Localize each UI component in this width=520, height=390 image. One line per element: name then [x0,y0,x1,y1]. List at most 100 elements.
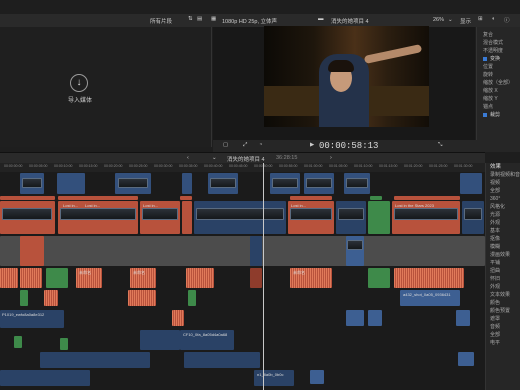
timecode-display[interactable]: 00:00:58:13 [319,141,378,151]
zoom-dropdown[interactable]: 26% [433,17,444,23]
audio-clip[interactable] [14,336,22,348]
inspector-item[interactable]: 变换 [477,55,520,63]
transform-tool-icon[interactable]: ⤢ [243,142,247,149]
effects-category[interactable]: 颜色 [486,299,520,307]
forward-arrow-icon[interactable]: › [330,155,332,161]
effects-category[interactable]: 全部 [486,331,520,339]
inspector-item[interactable]: 裁剪 [477,111,520,119]
timeline-tracks[interactable]: Lost in... Lost in... Lost in... Lost in… [0,172,485,390]
effects-category[interactable]: 360° [486,195,520,203]
effects-category[interactable]: 外观 [486,283,520,291]
effects-category[interactable]: 外观 [486,219,520,227]
zoom-chevron-icon[interactable]: ⌄ [448,17,453,23]
inspector-item[interactable]: 缩放 X [477,87,520,95]
effects-category[interactable]: 光源 [486,211,520,219]
inspector-item[interactable]: 旋转 [477,71,520,79]
effects-category[interactable]: 平铺 [486,259,520,267]
project-chevron-icon[interactable]: ⌄ [212,155,217,161]
audio-clip[interactable] [456,310,470,326]
effects-category[interactable]: 漫画效果 [486,251,520,259]
inspector-item[interactable]: 锚点 [477,103,520,111]
effects-category[interactable]: 视频 [486,179,520,187]
clip-bar[interactable] [180,196,192,200]
audio-clip[interactable] [186,268,214,288]
playhead[interactable] [263,163,264,390]
effects-category[interactable]: 文本效果 [486,291,520,299]
audio-clip[interactable] [368,268,390,288]
primary-clip[interactable] [182,201,192,234]
crop-tool-icon[interactable]: ▢ [223,142,228,148]
back-arrow-icon[interactable]: ‹ [187,155,189,161]
gap-clip[interactable] [0,236,485,266]
audio-clip[interactable] [128,290,156,306]
checkbox-icon[interactable] [483,56,487,61]
effects-category[interactable]: 怀旧 [486,275,520,283]
effects-category[interactable]: 音频 [486,323,520,331]
effects-category[interactable]: 全部 [486,187,520,195]
audio-clip[interactable] [172,310,184,326]
effects-category[interactable]: 基本 [486,227,520,235]
audio-clip[interactable] [394,268,464,288]
clip-bar[interactable] [290,196,332,200]
media-browser [0,27,212,147]
connected-clip[interactable] [182,173,192,194]
effects-category[interactable]: 模糊 [486,243,520,251]
speed-tool-icon[interactable]: ◔ [259,142,262,148]
audio-clip[interactable] [346,310,364,326]
effects-category[interactable]: 录制视频和音频 [486,171,520,179]
audio-clip[interactable] [44,290,58,306]
primary-clip[interactable] [368,201,390,234]
checkbox-icon[interactable] [483,112,487,117]
effects-category[interactable]: 风格化 [486,203,520,211]
video-frame [264,26,429,127]
audio-clip[interactable] [188,290,196,306]
inspector-item[interactable]: 缩放（全部） [477,79,520,87]
transform-icon[interactable]: ⊞ [478,16,483,22]
effects-category[interactable]: 扭曲 [486,267,520,275]
audio-clip[interactable] [310,370,324,384]
inspector-item[interactable]: 复合 [477,31,520,39]
timeline-ruler[interactable]: 00:00:00:00 00:00:05:00 00:00:10:00 00:00:1… [0,163,485,172]
audio-clip[interactable] [40,352,150,368]
primary-clip[interactable] [20,236,44,266]
connected-clip[interactable] [460,173,482,194]
filter-icon[interactable]: ⇅ [188,16,193,22]
connected-clip[interactable] [57,173,85,194]
play-button[interactable]: ▶ [310,142,314,148]
inspector-item[interactable]: 不透明度 [477,47,520,55]
display-dropdown[interactable]: 显示 [460,17,471,25]
inspector-item[interactable]: 位置 [477,63,520,71]
audio-clip[interactable] [0,370,90,386]
clip-bar[interactable] [370,196,382,200]
effects-category[interactable]: 抠像 [486,235,520,243]
audio-clip[interactable] [458,352,474,366]
audio-clip[interactable] [60,338,68,350]
info-icon[interactable]: ⓘ [504,16,510,24]
fullscreen-icon[interactable]: ⤡ [438,142,442,149]
effects-category[interactable]: 电平 [486,339,520,347]
audio-clip[interactable] [0,268,18,288]
viewer-toggle-icon[interactable]: ▦ [211,16,216,22]
audio-clip[interactable] [140,330,180,350]
audio-clip[interactable] [46,268,68,288]
ruler-tick-label: 00:01:30:00 [454,164,473,168]
audio-clip[interactable] [20,268,42,288]
clip-bar[interactable] [0,196,55,200]
timeline-project-title[interactable]: 消失的她项目 4 [227,155,265,163]
effects-category[interactable]: 颜色预置 [486,307,520,315]
all-clips-dropdown[interactable]: 所有片段 [150,17,172,25]
clip-bar[interactable] [394,196,460,200]
effects-category[interactable]: 遮罩 [486,315,520,323]
audio-clip[interactable] [250,268,262,288]
audio-clip[interactable] [20,290,28,306]
audio-clip[interactable] [184,352,260,368]
inspector-item[interactable]: 混合模式 [477,39,520,47]
inspector-item[interactable]: 缩放 Y [477,95,520,103]
clip-bar[interactable] [58,196,138,200]
display-icon[interactable]: ▤ [197,16,202,22]
import-media-button[interactable]: ↓ [70,74,88,92]
primary-clip[interactable] [250,236,262,266]
inspector-item-label: 不透明度 [483,48,504,54]
audio-clip[interactable] [368,310,382,326]
color-icon[interactable]: ◐ [492,16,495,22]
